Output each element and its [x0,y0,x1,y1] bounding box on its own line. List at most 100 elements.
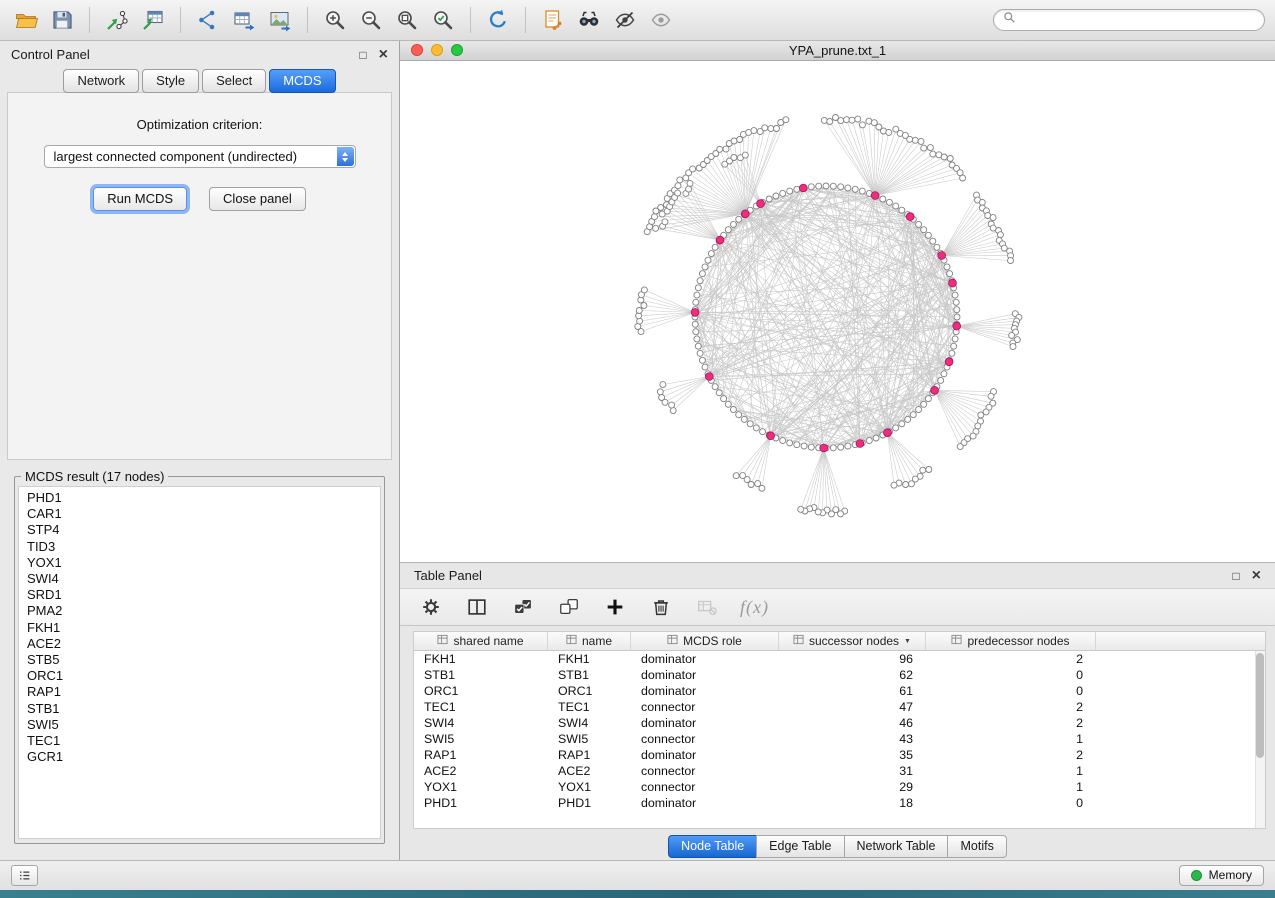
import-network-button[interactable] [101,5,133,35]
cell-predecessor-nodes: 1 [926,764,1096,778]
column-header-shared-name[interactable]: shared name [414,632,548,650]
mcds-result-item[interactable]: PHD1 [19,490,380,506]
mcds-result-item[interactable]: SRD1 [19,587,380,603]
tab-mcds[interactable]: MCDS [269,69,335,93]
table-scrollbar[interactable] [1255,651,1265,828]
tab-network-table[interactable]: Network Table [844,835,949,858]
mcds-result-item[interactable]: FKH1 [19,620,380,636]
mcds-result-item[interactable]: RAP1 [19,684,380,700]
float-table-panel-icon[interactable]: □ [1232,569,1239,583]
mcds-result-item[interactable]: SWI4 [19,571,380,587]
save-icon [50,8,74,32]
minimize-window-icon[interactable] [431,44,443,56]
zoom-fit-button[interactable] [391,5,423,35]
mcds-result-item[interactable]: YOX1 [19,555,380,571]
cell-mcds-role: dominator [631,652,779,666]
close-panel-icon[interactable]: × [379,47,388,63]
show-panels-button[interactable] [11,865,38,886]
mcds-result-item[interactable]: STP4 [19,522,380,538]
table-row[interactable]: RAP1RAP1dominator352 [414,747,1265,763]
toolbar-separator [180,7,181,33]
cell-shared-name: ORC1 [414,684,548,698]
function-builder-button[interactable]: f(x) [740,597,769,618]
mcds-result-item[interactable]: SWI5 [19,717,380,733]
mcds-result-item[interactable]: PMA2 [19,603,380,619]
deselect-all-rows-button[interactable] [556,594,582,620]
search-input[interactable] [1022,13,1255,27]
refresh-button[interactable] [482,5,514,35]
column-header-predecessor-nodes[interactable]: predecessor nodes [926,632,1096,650]
cell-shared-name: SWI5 [414,732,548,746]
maximize-window-icon[interactable] [451,44,463,56]
mcds-result-item[interactable]: CAR1 [19,506,380,522]
table-row[interactable]: ORC1ORC1dominator610 [414,683,1265,699]
network-canvas[interactable] [400,61,1275,562]
mcds-result-list[interactable]: PHD1CAR1STP4TID3YOX1SWI4SRD1PMA2FKH1ACE2… [18,486,381,839]
export-table-button[interactable] [228,5,260,35]
close-panel-button[interactable]: Close panel [209,187,306,211]
mcds-result-item[interactable]: ACE2 [19,636,380,652]
show-all-button[interactable] [645,5,677,35]
tab-motifs[interactable]: Motifs [947,835,1006,858]
table-row[interactable]: SWI4SWI4dominator462 [414,715,1265,731]
search-box[interactable] [993,9,1265,31]
mcds-result-item[interactable]: GCR1 [19,749,380,765]
tab-select[interactable]: Select [202,69,266,93]
table-row[interactable]: PHD1PHD1dominator180 [414,795,1265,811]
column-label: successor nodes [809,634,899,648]
select-all-rows-button[interactable] [510,594,536,620]
zoom-out-button[interactable] [355,5,387,35]
network-window-titlebar[interactable]: YPA_prune.txt_1 [400,41,1275,61]
close-table-panel-icon[interactable]: × [1252,568,1261,584]
table-row[interactable]: TEC1TEC1connector472 [414,699,1265,715]
column-header-filler [1096,632,1265,650]
import-table-button[interactable] [137,5,169,35]
column-label: name [582,634,612,648]
column-header-mcds-role[interactable]: MCDS role [631,632,779,650]
add-column-button[interactable] [602,594,628,620]
table-row[interactable]: STB1STB1dominator620 [414,667,1265,683]
column-icon [566,634,577,648]
column-label: MCDS role [683,634,742,648]
save-button[interactable] [46,5,78,35]
tab-node-table[interactable]: Node Table [668,835,757,858]
open-file-button[interactable] [10,5,42,35]
mcds-result-item[interactable]: TID3 [19,539,380,555]
export-network-button[interactable] [192,5,224,35]
float-panel-icon[interactable]: □ [359,48,366,62]
table-row[interactable]: YOX1YOX1connector291 [414,779,1265,795]
search-neighbors-button[interactable] [573,5,605,35]
table-settings-button[interactable] [418,594,444,620]
cell-mcds-role: connector [631,764,779,778]
zoom-selected-button[interactable] [427,5,459,35]
tab-network[interactable]: Network [63,69,139,93]
hide-selected-button[interactable] [609,5,641,35]
cell-name: SWI4 [548,716,631,730]
mcds-result-item[interactable]: STB5 [19,652,380,668]
mcds-result-item[interactable]: ORC1 [19,668,380,684]
tab-style[interactable]: Style [142,69,199,93]
network-graph[interactable] [400,61,1274,562]
tab-edge-table[interactable]: Edge Table [756,835,844,858]
cell-predecessor-nodes: 1 [926,780,1096,794]
export-image-button[interactable] [264,5,296,35]
table-row[interactable]: SWI5SWI5connector431 [414,731,1265,747]
scrollbar-thumb[interactable] [1256,653,1264,758]
table-row[interactable]: FKH1FKH1dominator962 [414,651,1265,667]
column-header-successor-nodes[interactable]: successor nodes▼ [779,632,926,650]
memory-button[interactable]: Memory [1179,865,1264,886]
column-visibility-button[interactable] [464,594,490,620]
table-header-row: shared name name MCDS role successor nodes▼… [414,632,1265,651]
table-row[interactable]: ACE2ACE2connector311 [414,763,1265,779]
delete-columns-button[interactable] [648,594,674,620]
close-window-icon[interactable] [411,44,423,56]
clone-network-button[interactable] [537,5,569,35]
run-mcds-button[interactable]: Run MCDS [93,187,187,211]
mcds-result-title: MCDS result (17 nodes) [21,469,168,484]
criterion-select[interactable]: largest connected component (undirected) [44,145,356,168]
mcds-result-item[interactable]: TEC1 [19,733,380,749]
column-header-name[interactable]: name [548,632,631,650]
delete-table-button[interactable] [694,594,720,620]
mcds-result-item[interactable]: STB1 [19,701,380,717]
zoom-in-button[interactable] [319,5,351,35]
